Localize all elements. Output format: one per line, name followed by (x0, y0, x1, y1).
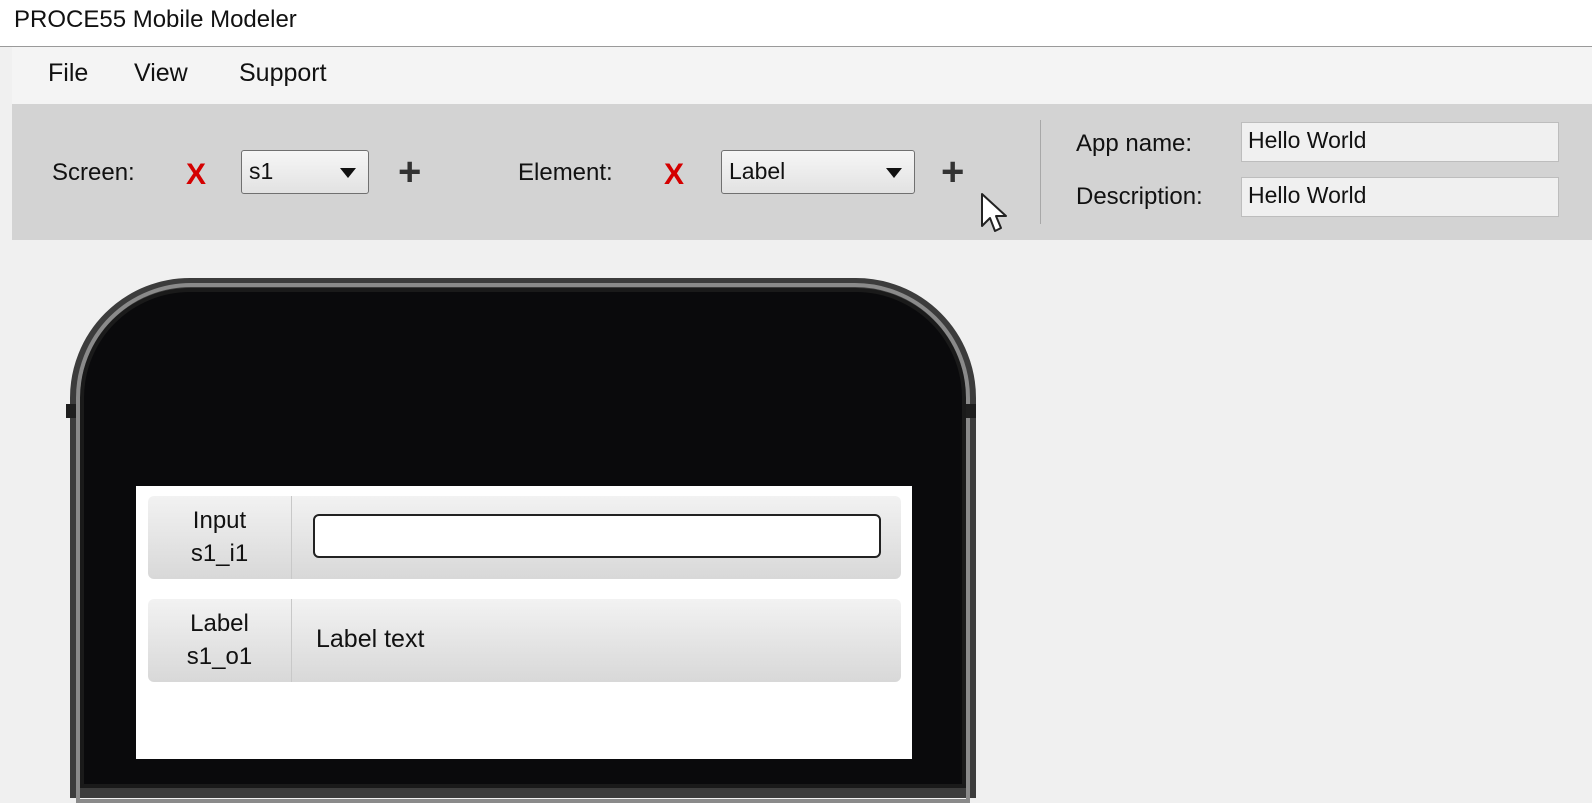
remove-element-button[interactable]: X (664, 160, 684, 190)
element-id: s1_o1 (186, 643, 253, 670)
element-type-select[interactable]: Label (721, 150, 915, 194)
add-screen-button[interactable]: + (398, 152, 421, 192)
element-row-input[interactable]: Input s1_i1 (148, 496, 901, 579)
app-name-field[interactable]: Hello World (1241, 122, 1559, 162)
screen-select[interactable]: s1 (241, 150, 369, 194)
menu-support[interactable]: Support (239, 59, 327, 88)
app-name-label: App name: (1076, 130, 1193, 157)
chevron-down-icon (340, 168, 356, 178)
menu-file[interactable]: File (48, 59, 88, 88)
phone-side-button (966, 404, 976, 418)
chevron-down-icon (886, 168, 902, 178)
screen-label: Screen: (52, 159, 135, 186)
element-type: Label (190, 610, 249, 637)
preview-label-text: Label text (316, 625, 425, 653)
title-bar: PROCE55 Mobile Modeler (0, 0, 1592, 47)
phone-side-button (66, 404, 76, 418)
window-title: PROCE55 Mobile Modeler (14, 6, 297, 33)
phone-screen: Input s1_i1 Label s1_o1 Label text (136, 486, 912, 759)
menu-view[interactable]: View (134, 59, 188, 88)
element-row-label: Label s1_o1 (148, 599, 292, 682)
screen-select-value: s1 (249, 158, 274, 184)
element-select-value: Label (729, 158, 786, 184)
element-row-label[interactable]: Label s1_o1 Label text (148, 599, 901, 682)
menu-bar: File View Support (12, 47, 1592, 104)
description-field[interactable]: Hello World (1241, 177, 1559, 217)
description-label: Description: (1076, 183, 1203, 210)
mouse-cursor-icon (981, 193, 1007, 232)
element-type: Input (192, 507, 247, 534)
remove-screen-button[interactable]: X (186, 160, 206, 190)
add-element-button[interactable]: + (941, 152, 964, 192)
element-row-label: Input s1_i1 (148, 496, 292, 579)
element-label: Element: (518, 159, 613, 186)
element-id: s1_i1 (190, 540, 249, 567)
preview-text-input[interactable] (313, 514, 881, 558)
toolbar-divider (1040, 120, 1041, 224)
